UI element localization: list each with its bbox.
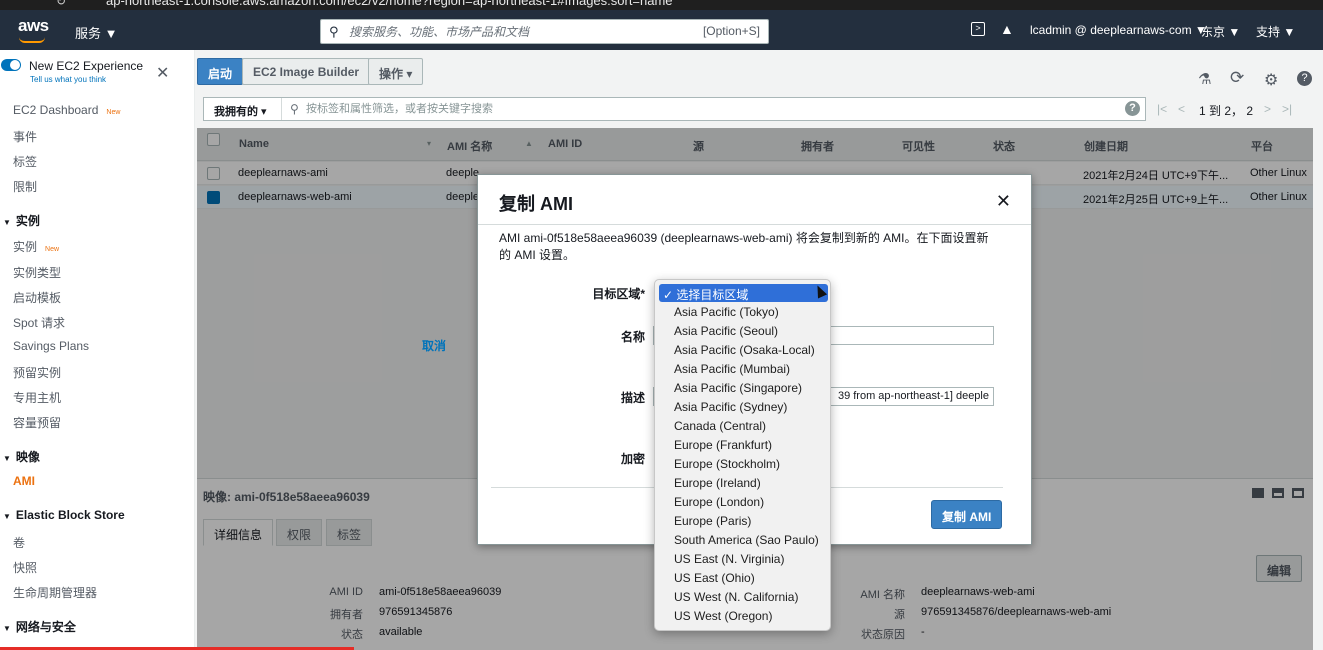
reload-icon[interactable]: ↻ [56, 0, 66, 8]
dropdown-selected-option[interactable]: ✓ 选择目标区域 [659, 284, 828, 302]
flask-icon[interactable]: ⚗ [1198, 70, 1211, 88]
sidebar-item-capacity-reservations[interactable]: 容量预留 [13, 414, 61, 431]
dialog-header: 复制 AMI ✕ [478, 175, 1031, 225]
description-label: 描述 [620, 391, 645, 405]
close-icon[interactable]: ✕ [156, 63, 169, 83]
target-region-label: 目标区域* [592, 287, 645, 301]
help-icon[interactable]: ? [1125, 101, 1140, 116]
copy-ami-button[interactable]: 复制 AMI [931, 500, 1003, 529]
region-option[interactable]: Asia Pacific (Sydney) [674, 400, 787, 414]
global-search[interactable]: ⚲ [Option+S] [320, 19, 769, 44]
refresh-icon[interactable]: ⟳ [1230, 68, 1244, 88]
sidebar-item-spot-requests[interactable]: Spot 请求 [13, 314, 65, 331]
region-menu[interactable]: 东京 ▼ [1201, 23, 1240, 40]
region-option[interactable]: US West (N. California) [674, 590, 798, 604]
region-option[interactable]: US East (N. Virginia) [674, 552, 784, 566]
sidebar-item-snapshots[interactable]: 快照 [13, 559, 37, 576]
next-page-icon[interactable]: > [1264, 102, 1271, 116]
filter-bar: 我拥有的 ▾ ⚲ ? [203, 97, 1146, 121]
sidebar-section-ebs[interactable]: ▼ Elastic Block Store [3, 508, 125, 522]
region-option[interactable]: Asia Pacific (Osaka-Local) [674, 343, 815, 357]
global-search-input[interactable] [349, 22, 679, 41]
sidebar-item-tags[interactable]: 标签 [13, 153, 37, 170]
help-icon[interactable]: ? [1297, 71, 1312, 86]
owned-by-me-select[interactable]: 我拥有的 ▾ [204, 98, 282, 120]
caret-down-icon: ▼ [3, 512, 11, 521]
prev-page-icon[interactable]: < [1178, 102, 1185, 116]
region-option[interactable]: Europe (Paris) [674, 514, 751, 528]
browser-url[interactable]: ap-northeast-1.console.aws.amazon.com/ec… [106, 0, 673, 8]
cancel-button[interactable]: 取消 [422, 337, 446, 354]
aws-logo[interactable]: aws [18, 16, 49, 43]
sidebar-item-instances[interactable]: 实例 New [13, 238, 59, 255]
dialog-description: AMI ami-0f518e58aeea96039 (deeplearnaws-… [499, 231, 989, 262]
image-builder-button[interactable]: EC2 Image Builder [242, 58, 371, 85]
region-option[interactable]: US West (Oregon) [674, 609, 772, 623]
close-icon[interactable]: ✕ [996, 191, 1011, 212]
last-page-icon[interactable]: >| [1282, 102, 1292, 116]
account-menu[interactable]: lcadmin @ deeplearnaws-com ▼ [1030, 23, 1207, 37]
sidebar: New EC2 Experience Tell us what you thin… [0, 50, 195, 650]
encrypt-label: 加密 [620, 452, 645, 466]
sidebar-item-events[interactable]: 事件 [13, 128, 37, 145]
region-option[interactable]: US East (Ohio) [674, 571, 755, 585]
sidebar-item-savings-plans[interactable]: Savings Plans [13, 339, 89, 353]
bell-icon[interactable]: ▲ [1000, 21, 1014, 37]
search-shortcut-hint: [Option+S] [702, 24, 760, 38]
actions-button[interactable]: 操作 ▾ [368, 58, 424, 85]
sidebar-section-images[interactable]: ▼ 映像 [3, 448, 40, 465]
launch-button[interactable]: 启动 [197, 58, 244, 85]
sidebar-item-lifecycle-manager[interactable]: 生命周期管理器 [13, 584, 97, 601]
region-option[interactable]: Asia Pacific (Seoul) [674, 324, 778, 338]
name-label: 名称 [620, 330, 645, 344]
sidebar-item-ami[interactable]: AMI [13, 474, 35, 488]
caret-down-icon: ▼ [3, 454, 11, 463]
region-option[interactable]: Europe (Stockholm) [674, 457, 780, 471]
new-experience-label: New EC2 Experience [29, 59, 144, 73]
sidebar-section-network-security[interactable]: ▼ 网络与安全 [3, 618, 76, 635]
caret-down-icon: ▼ [3, 624, 11, 633]
sidebar-item-launch-templates[interactable]: 启动模板 [13, 289, 61, 306]
sidebar-item-reserved-instances[interactable]: 预留实例 [13, 364, 61, 381]
sidebar-item-limits[interactable]: 限制 [13, 178, 37, 195]
region-option[interactable]: Europe (Ireland) [674, 476, 761, 490]
sidebar-item-ec2-dashboard[interactable]: EC2 Dashboard New [13, 103, 120, 117]
region-option[interactable]: Canada (Central) [674, 419, 766, 433]
gear-icon[interactable]: ⚙ [1264, 70, 1278, 90]
region-option[interactable]: Asia Pacific (Tokyo) [674, 305, 779, 319]
pagination-text: 1 到 2， 2 [1199, 104, 1254, 118]
new-experience-toggle[interactable] [1, 59, 21, 71]
cloudshell-icon[interactable]: > [971, 22, 985, 36]
region-option[interactable]: Europe (Frankfurt) [674, 438, 772, 452]
search-icon: ⚲ [329, 24, 339, 39]
filter-input[interactable] [306, 101, 906, 117]
search-icon: ⚲ [290, 102, 299, 116]
region-option[interactable]: Asia Pacific (Singapore) [674, 381, 802, 395]
caret-down-icon: ▼ [3, 218, 11, 227]
feedback-link[interactable]: Tell us what you think [30, 75, 106, 84]
sidebar-item-dedicated-hosts[interactable]: 专用主机 [13, 389, 61, 406]
dialog-title: 复制 AMI [499, 194, 573, 214]
sidebar-item-volumes[interactable]: 卷 [13, 534, 25, 551]
region-option[interactable]: Europe (London) [674, 495, 764, 509]
first-page-icon[interactable]: |< [1157, 102, 1167, 116]
browser-url-bar[interactable]: ↻ ap-northeast-1.console.aws.amazon.com/… [0, 0, 1323, 10]
services-menu[interactable]: 服务 ▼ [75, 23, 117, 42]
support-menu[interactable]: 支持 ▼ [1256, 23, 1295, 40]
sidebar-section-instances[interactable]: ▼ 实例 [3, 212, 40, 229]
aws-top-nav: aws 服务 ▼ ⚲ [Option+S] > ▲ lcadmin @ deep… [0, 10, 1323, 50]
region-option[interactable]: Asia Pacific (Mumbai) [674, 362, 790, 376]
target-region-dropdown[interactable]: ✓ 选择目标区域 Asia Pacific (Tokyo) Asia Pacif… [654, 279, 831, 631]
region-option[interactable]: South America (Sao Paulo) [674, 533, 819, 547]
sidebar-item-instance-types[interactable]: 实例类型 [13, 264, 61, 281]
